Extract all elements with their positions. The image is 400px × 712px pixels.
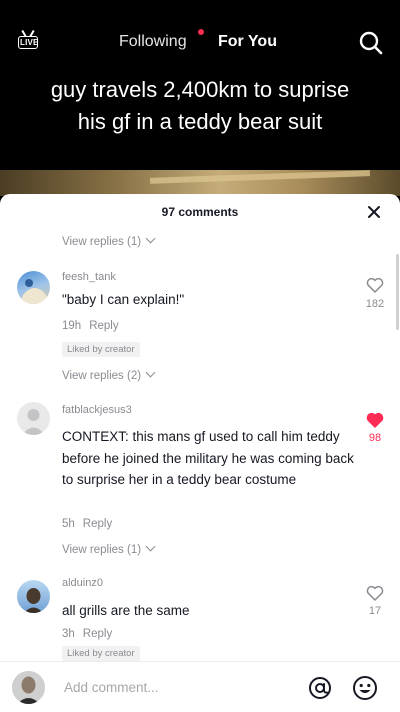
chevron-down-icon — [145, 367, 156, 378]
avatar[interactable] — [17, 402, 50, 435]
add-comment-input[interactable]: Add comment... — [64, 680, 159, 695]
comments-count-title: 97 comments — [161, 205, 239, 219]
scrollbar[interactable] — [396, 254, 399, 330]
view-replies-button[interactable]: View replies (1) — [62, 233, 156, 248]
caption-line-2: his gf in a teddy bear suit — [77, 109, 323, 134]
comment-time: 19h — [62, 320, 82, 332]
reply-button[interactable]: Reply — [89, 320, 118, 332]
notification-dot — [198, 29, 204, 35]
like-count: 17 — [368, 605, 382, 617]
live-label: LIVE — [20, 38, 39, 47]
comment-time: 3h — [62, 628, 75, 640]
live-button[interactable]: LIVE — [16, 29, 42, 52]
comment-username[interactable]: feesh_tank — [62, 271, 116, 283]
view-replies-button[interactable]: View replies (2) — [62, 367, 156, 382]
reply-button[interactable]: Reply — [83, 628, 112, 640]
comment-text: CONTEXT: this mans gf used to call him t… — [62, 429, 354, 487]
avatar[interactable] — [17, 580, 50, 613]
like-count: 182 — [365, 298, 385, 310]
liked-by-creator-badge: Liked by creator — [62, 646, 140, 661]
view-replies-button[interactable]: View replies (1) — [62, 541, 156, 556]
comments-sheet: 97 comments View replies (1) feesh_tank … — [0, 194, 400, 711]
reply-button[interactable]: Reply — [83, 518, 112, 530]
add-comment-bar: Add comment... — [0, 661, 400, 712]
avatar[interactable] — [12, 671, 45, 704]
comment-meta: 5h Reply — [62, 518, 112, 530]
chevron-down-icon — [145, 541, 156, 552]
search-icon[interactable] — [358, 30, 384, 56]
caption-line-1: guy travels 2,400km to suprise — [50, 77, 350, 102]
comment-username[interactable]: alduinz0 — [62, 577, 103, 589]
avatar[interactable] — [17, 271, 50, 304]
video-caption: guy travels 2,400km to suprise his gf in… — [0, 70, 400, 170]
comment-time: 5h — [62, 518, 75, 530]
tab-following[interactable]: Following — [119, 33, 187, 51]
like-count: 98 — [368, 432, 382, 444]
comment-username[interactable]: fatblackjesus3 — [62, 404, 132, 416]
comment-meta: 19h Reply — [62, 320, 119, 332]
comment-text: "baby I can explain!" — [62, 292, 185, 307]
heart-filled-icon[interactable] — [366, 412, 384, 428]
close-icon[interactable] — [366, 204, 382, 220]
top-nav: LIVE Following For You — [0, 0, 400, 70]
chevron-down-icon — [145, 233, 156, 244]
liked-by-creator-badge: Liked by creator — [62, 342, 140, 357]
tab-for-you[interactable]: For You — [218, 33, 277, 51]
comment-meta: 3h Reply — [62, 628, 112, 640]
emoji-icon[interactable] — [352, 675, 378, 701]
video-player[interactable] — [0, 170, 400, 196]
mention-icon[interactable] — [308, 676, 332, 700]
comment-text: all grills are the same — [62, 603, 190, 618]
heart-outline-icon[interactable] — [366, 585, 384, 601]
heart-outline-icon[interactable] — [366, 277, 384, 293]
